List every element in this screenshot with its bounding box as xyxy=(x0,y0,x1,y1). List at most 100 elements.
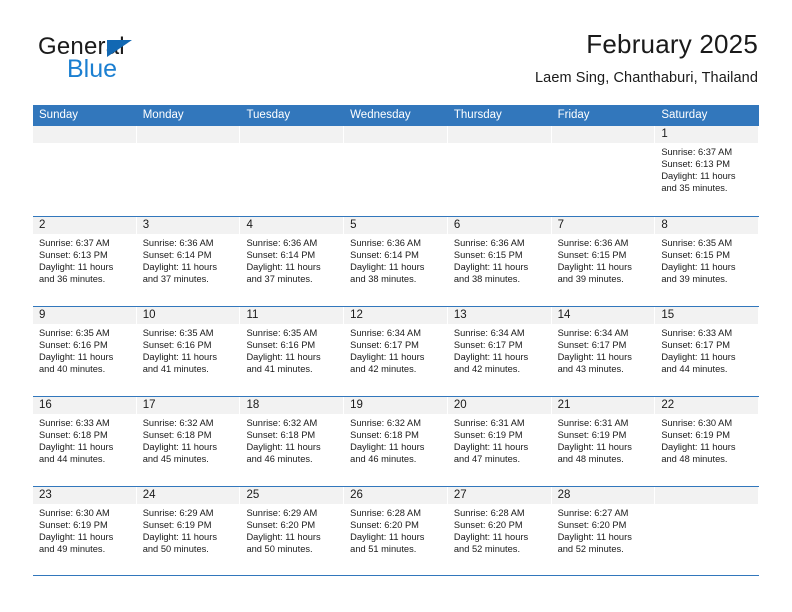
day-detail-line: and 35 minutes. xyxy=(661,183,728,194)
day-detail-line: Sunset: 6:13 PM xyxy=(661,159,731,170)
calendar-cell-day-23: 23 Sunrise: 6:30 AM Sunset: 6:19 PM Dayligh… xyxy=(33,487,137,575)
weekday-header-wednesday: Wednesday xyxy=(350,109,411,121)
day-detail-line: Daylight: 11 hours xyxy=(142,532,217,543)
calendar-cell-day-9: 9 Sunrise: 6:35 AM Sunset: 6:16 PM Daylight… xyxy=(33,307,137,396)
day-number: 19 xyxy=(344,397,447,414)
calendar-cell-day-4: 4 Sunrise: 6:36 AM Sunset: 6:14 PM Daylight… xyxy=(240,217,345,306)
day-detail-line: Sunrise: 6:35 AM xyxy=(39,328,110,338)
calendar-cell-day-16: 16 Sunrise: 6:33 AM Sunset: 6:18 PM Dayligh… xyxy=(33,397,137,486)
day-details: Sunrise: 6:35 AM Sunset: 6:16 PM Daylight:… xyxy=(33,324,136,375)
day-detail-line: Sunrise: 6:29 AM xyxy=(142,508,214,518)
day-details: Sunrise: 6:32 AM Sunset: 6:18 PM Daylight:… xyxy=(137,414,240,465)
day-details xyxy=(137,143,240,146)
day-detail-line: Sunset: 6:13 PM xyxy=(39,250,108,261)
day-details: Sunrise: 6:28 AM Sunset: 6:20 PM Daylight:… xyxy=(448,504,551,555)
day-detail-line: Daylight: 11 hours xyxy=(453,352,529,363)
day-detail-line: and 52 minutes. xyxy=(453,544,521,555)
day-detail-line: Daylight: 11 hours xyxy=(557,532,632,543)
calendar-cell-empty xyxy=(655,487,760,575)
day-detail-line: Daylight: 11 hours xyxy=(246,352,321,363)
day-detail-line: Daylight: 11 hours xyxy=(246,262,321,273)
day-detail-line: Sunrise: 6:30 AM xyxy=(661,418,733,428)
calendar-week-row: 16 Sunrise: 6:33 AM Sunset: 6:18 PM Dayligh… xyxy=(33,396,760,486)
day-detail-line: Sunrise: 6:35 AM xyxy=(142,328,214,338)
day-detail-line: and 48 minutes. xyxy=(661,454,728,465)
day-number: 5 xyxy=(344,217,447,234)
day-details xyxy=(552,143,655,146)
day-number: 21 xyxy=(551,397,655,414)
day-detail-line: Sunrise: 6:27 AM xyxy=(557,508,629,518)
calendar-cell-empty xyxy=(447,126,552,216)
day-detail-line: Sunrise: 6:28 AM xyxy=(350,508,421,518)
calendar-cell-day-28: 28 Sunrise: 6:27 AM Sunset: 6:20 PM Dayligh… xyxy=(551,487,656,575)
calendar-cell-day-2: 2 Sunrise: 6:37 AM Sunset: 6:13 PM Daylight… xyxy=(33,217,137,306)
day-detail-line: Daylight: 11 hours xyxy=(350,532,425,543)
day-details: Sunrise: 6:35 AM Sunset: 6:16 PM Daylight:… xyxy=(240,324,343,375)
day-detail-line: and 39 minutes. xyxy=(661,274,728,285)
day-number: 28 xyxy=(551,487,655,504)
day-details xyxy=(33,143,136,146)
day-detail-line: and 45 minutes. xyxy=(142,454,209,465)
day-detail-line: Sunset: 6:15 PM xyxy=(557,250,627,261)
day-detail-line: Daylight: 11 hours xyxy=(661,171,736,182)
day-detail-line: and 52 minutes. xyxy=(557,544,624,555)
day-detail-line: Sunrise: 6:31 AM xyxy=(453,418,525,428)
day-details: Sunrise: 6:29 AM Sunset: 6:19 PM Daylight:… xyxy=(137,504,240,555)
day-details: Sunrise: 6:36 AM Sunset: 6:14 PM Daylight:… xyxy=(240,234,343,285)
day-detail-line: and 46 minutes. xyxy=(350,454,417,465)
day-detail-line: Sunrise: 6:35 AM xyxy=(661,238,733,248)
day-detail-line: and 37 minutes. xyxy=(142,274,209,285)
calendar-cell-day-13: 13 Sunrise: 6:34 AM Sunset: 6:17 PM Dayligh… xyxy=(447,307,552,396)
day-detail-line: Sunrise: 6:30 AM xyxy=(39,508,110,518)
day-detail-line: Sunset: 6:20 PM xyxy=(453,520,523,531)
day-detail-line: Sunset: 6:17 PM xyxy=(661,340,731,351)
day-number: 2 xyxy=(33,217,136,234)
day-detail-line: Sunset: 6:18 PM xyxy=(142,430,212,441)
day-detail-line: Sunset: 6:20 PM xyxy=(557,520,627,531)
day-details: Sunrise: 6:37 AM Sunset: 6:13 PM Daylight:… xyxy=(655,143,758,194)
calendar-page: General Blue February 2025 Laem Sing, Ch… xyxy=(0,0,792,612)
day-number: 24 xyxy=(136,487,240,504)
day-detail-line: Daylight: 11 hours xyxy=(557,262,632,273)
calendar-cell-day-7: 7 Sunrise: 6:36 AM Sunset: 6:15 PM Daylight… xyxy=(551,217,656,306)
calendar-cell-day-17: 17 Sunrise: 6:32 AM Sunset: 6:18 PM Dayligh… xyxy=(136,397,241,486)
day-detail-line: Daylight: 11 hours xyxy=(350,352,425,363)
calendar-cell-day-14: 14 Sunrise: 6:34 AM Sunset: 6:17 PM Dayligh… xyxy=(551,307,656,396)
calendar-cell-day-8: 8 Sunrise: 6:35 AM Sunset: 6:15 PM Daylight… xyxy=(655,217,760,306)
day-detail-line: and 50 minutes. xyxy=(142,544,209,555)
day-number xyxy=(136,126,240,143)
day-detail-line: Sunrise: 6:37 AM xyxy=(661,147,733,157)
day-detail-line: and 46 minutes. xyxy=(246,454,313,465)
day-detail-line: Sunset: 6:18 PM xyxy=(246,430,316,441)
day-detail-line: Daylight: 11 hours xyxy=(39,352,114,363)
day-detail-line: and 48 minutes. xyxy=(557,454,624,465)
weekday-header-row: Sunday Monday Tuesday Wednesday Thursday Frid… xyxy=(33,105,759,126)
day-number xyxy=(344,126,447,143)
day-detail-line: Sunset: 6:18 PM xyxy=(39,430,108,441)
day-details: Sunrise: 6:36 AM Sunset: 6:15 PM Daylight:… xyxy=(552,234,655,285)
day-number: 7 xyxy=(551,217,655,234)
weekday-header-monday: Monday xyxy=(142,109,184,121)
day-detail-line: Sunset: 6:16 PM xyxy=(39,340,108,351)
day-detail-line: Daylight: 11 hours xyxy=(39,442,114,453)
day-detail-line: Sunset: 6:19 PM xyxy=(453,430,523,441)
day-number xyxy=(551,126,655,143)
calendar-cell-day-26: 26 Sunrise: 6:28 AM Sunset: 6:20 PM Dayligh… xyxy=(344,487,448,575)
day-detail-line: Daylight: 11 hours xyxy=(350,262,425,273)
page-subtitle: Laem Sing, Chanthaburi, Thailand xyxy=(535,70,758,86)
general-blue-logo[interactable]: General Blue xyxy=(38,34,238,90)
day-detail-line: Daylight: 11 hours xyxy=(661,352,736,363)
day-detail-line: and 43 minutes. xyxy=(557,364,624,375)
day-detail-line: and 51 minutes. xyxy=(350,544,417,555)
day-detail-line: and 42 minutes. xyxy=(350,364,417,375)
day-number: 1 xyxy=(655,126,759,143)
day-detail-line: Sunrise: 6:34 AM xyxy=(557,328,629,338)
day-details: Sunrise: 6:36 AM Sunset: 6:14 PM Daylight:… xyxy=(344,234,447,285)
day-detail-line: Daylight: 11 hours xyxy=(142,352,217,363)
calendar-week-row: 9 Sunrise: 6:35 AM Sunset: 6:16 PM Daylight… xyxy=(33,306,760,396)
day-detail-line: and 41 minutes. xyxy=(246,364,313,375)
day-detail-line: Daylight: 11 hours xyxy=(557,442,632,453)
day-detail-line: Sunrise: 6:36 AM xyxy=(557,238,629,248)
day-detail-line: Sunset: 6:16 PM xyxy=(246,340,316,351)
calendar-cell-day-10: 10 Sunrise: 6:35 AM Sunset: 6:16 PM Dayligh… xyxy=(136,307,241,396)
